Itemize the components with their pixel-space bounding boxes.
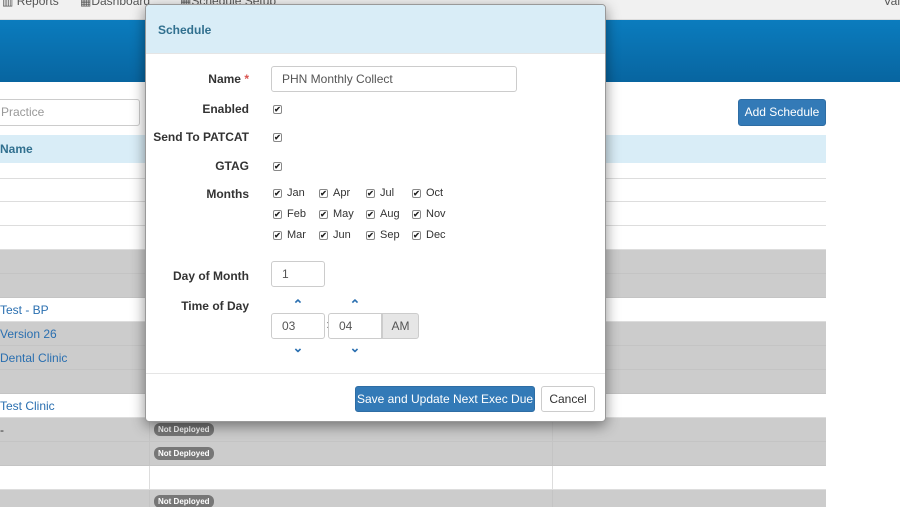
table-header-name: Name	[0, 142, 33, 156]
practice-link[interactable]: Version 26	[0, 327, 57, 341]
month-checkbox[interactable]: ✔	[319, 189, 328, 198]
month-label: Mar	[287, 229, 306, 241]
month-checkbox[interactable]: ✔	[366, 189, 375, 198]
status-badge: Not Deployed	[154, 495, 214, 507]
name-cell: Test - BP	[0, 298, 150, 321]
minute-input[interactable]: 04	[328, 313, 382, 339]
month-checkbox[interactable]: ✔	[319, 231, 328, 240]
day-of-month-input[interactable]: 1	[271, 261, 325, 287]
name-cell	[0, 490, 150, 507]
month-checkbox[interactable]: ✔	[319, 210, 328, 219]
nav-reports[interactable]: ▥ Reports	[2, 0, 59, 8]
save-and-update-button[interactable]: Save and Update Next Exec Due	[355, 386, 535, 412]
month-label: Jun	[333, 229, 351, 241]
gtag-label: GTAG	[215, 159, 249, 173]
practice-search-input[interactable]: Practice	[0, 99, 140, 126]
user-menu[interactable]: Val	[884, 0, 900, 8]
practice-link[interactable]: Dental Clinic	[0, 351, 67, 365]
enabled-checkbox[interactable]: ✔	[273, 105, 282, 114]
month-checkbox[interactable]: ✔	[412, 231, 421, 240]
name-cell: Dental Clinic	[0, 346, 150, 369]
month-checkbox[interactable]: ✔	[366, 231, 375, 240]
status-badge: Not Deployed	[154, 423, 214, 436]
modal-title: Schedule	[158, 23, 212, 37]
dashboard-icon: ▦	[80, 0, 92, 8]
status-cell	[150, 466, 553, 489]
month-label: Feb	[287, 208, 306, 220]
name-cell	[0, 179, 150, 202]
modal-footer: Save and Update Next Exec Due Cancel	[146, 373, 605, 421]
name-cell	[0, 274, 150, 297]
month-label: Aug	[380, 208, 400, 220]
month-label: Apr	[333, 187, 351, 199]
name-cell: -	[0, 418, 150, 441]
name-label: Name *	[146, 72, 249, 86]
month-label: Sep	[380, 229, 400, 241]
am-pm-toggle[interactable]: AM	[382, 313, 419, 339]
gtag-checkbox[interactable]: ✔	[273, 162, 282, 171]
time-of-day-label: Time of Day	[181, 299, 249, 313]
month-checkbox[interactable]: ✔	[412, 210, 421, 219]
table-row: Not Deployed	[0, 442, 826, 466]
month-checkbox[interactable]: ✔	[412, 189, 421, 198]
month-label: Jan	[287, 187, 305, 199]
month-checkbox[interactable]: ✔	[273, 231, 282, 240]
nav-reports-label: Reports	[16, 0, 59, 8]
name-input[interactable]: PHN Monthly Collect	[271, 66, 517, 92]
name-cell	[0, 466, 150, 489]
hour-down-icon[interactable]: ⌄	[291, 341, 305, 354]
required-mark: *	[244, 72, 249, 86]
cancel-button[interactable]: Cancel	[541, 386, 595, 412]
name-cell	[0, 226, 150, 249]
month-label: May	[333, 208, 354, 220]
practice-search-placeholder: Practice	[1, 105, 45, 119]
send-to-patcat-checkbox[interactable]: ✔	[273, 133, 282, 142]
name-cell	[0, 202, 150, 225]
month-label: Dec	[426, 229, 446, 241]
practice-link[interactable]: Test - BP	[0, 303, 49, 317]
minute-down-icon[interactable]: ⌄	[348, 341, 362, 354]
reports-icon: ▥	[2, 0, 14, 8]
name-cell	[0, 442, 150, 465]
status-cell: Not Deployed	[150, 442, 553, 465]
name-cell	[0, 370, 150, 393]
month-label: Jul	[380, 187, 395, 199]
status-cell: Not Deployed	[150, 490, 553, 507]
schedule-modal: Schedule Name * PHN Monthly Collect Enab…	[145, 4, 606, 422]
enabled-label: Enabled	[202, 102, 249, 116]
name-cell: Test Clinic	[0, 394, 150, 417]
status-badge: Not Deployed	[154, 447, 214, 460]
table-row: Not Deployed	[0, 490, 826, 507]
table-row	[0, 466, 826, 490]
practice-link[interactable]: Test Clinic	[0, 399, 55, 413]
month-checkbox[interactable]: ✔	[273, 210, 282, 219]
month-label: Oct	[426, 187, 444, 199]
month-checkbox[interactable]: ✔	[366, 210, 375, 219]
name-text: -	[0, 423, 4, 437]
months-label: Months	[206, 187, 249, 201]
nav-dashboard[interactable]: ▦Dashboard	[80, 0, 150, 8]
month-label: Nov	[426, 208, 446, 220]
hour-up-icon[interactable]: ⌃	[291, 298, 305, 311]
name-label-text: Name	[208, 72, 241, 86]
name-cell: Version 26	[0, 322, 150, 345]
day-of-month-label: Day of Month	[173, 269, 249, 283]
modal-header: Schedule	[146, 5, 605, 54]
hour-input[interactable]: 03	[271, 313, 325, 339]
send-to-patcat-label: Send To PATCAT	[153, 130, 249, 144]
nav-dashboard-label: Dashboard	[91, 0, 151, 8]
add-schedule-button[interactable]: Add Schedule	[738, 99, 826, 126]
name-cell	[0, 250, 150, 273]
minute-up-icon[interactable]: ⌃	[348, 298, 362, 311]
month-checkbox[interactable]: ✔	[273, 189, 282, 198]
